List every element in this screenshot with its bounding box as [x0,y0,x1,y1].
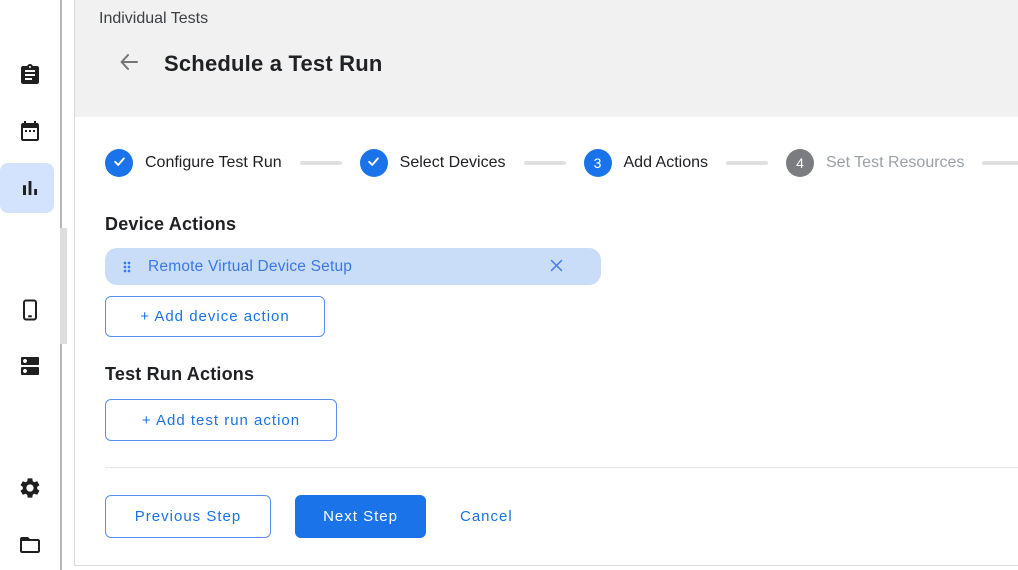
check-icon [366,154,381,172]
sidebar-item-results[interactable] [0,163,60,213]
step-connector [300,161,342,165]
previous-step-button[interactable]: Previous Step [105,495,271,538]
page-title: Schedule a Test Run [164,51,383,77]
main-panel: Individual Tests Schedule a Test Run Con… [74,0,1018,566]
close-icon [548,257,565,277]
step-3-circle[interactable]: 3 [584,149,612,177]
check-icon [112,154,127,172]
step-4-circle[interactable]: 4 [786,149,814,177]
test-run-actions-heading: Test Run Actions [105,364,254,385]
footer-divider [105,467,1018,468]
scrollbar-thumb[interactable] [60,228,67,344]
remove-device-action-button[interactable] [545,256,567,278]
step-2-label: Select Devices [400,154,506,172]
step-4-number: 4 [796,155,804,171]
folder-icon [18,533,42,557]
footer-actions: Previous Step Next Step Cancel [105,495,513,538]
step-3-number: 3 [594,155,602,171]
sidebar-item-files[interactable] [0,520,60,570]
step-connector [726,161,768,165]
cancel-button[interactable]: Cancel [460,495,513,538]
page-header: Individual Tests Schedule a Test Run [75,0,1018,117]
breadcrumb: Individual Tests [99,10,208,28]
add-device-action-button[interactable]: + Add device action [105,296,325,337]
gear-icon [18,476,42,500]
bar-chart-icon [18,176,42,200]
add-test-run-action-button[interactable]: + Add test run action [105,399,337,441]
clipboard-icon [18,63,42,87]
sidebar-item-resources[interactable] [0,341,60,391]
sidebar-item-tests[interactable] [0,50,60,100]
sidebar-item-devices[interactable] [0,285,60,335]
sidebar-item-settings[interactable] [0,463,60,513]
step-1-label: Configure Test Run [145,154,282,172]
stepper: Configure Test Run Select Devices 3 Add … [105,149,1018,177]
step-4-label: Set Test Resources [826,154,964,172]
step-connector [982,161,1018,165]
arrow-back-icon [117,50,141,77]
next-step-button[interactable]: Next Step [295,495,426,538]
sidebar [0,0,60,570]
dns-icon [18,354,42,378]
smartphone-icon [18,298,42,322]
drag-indicator-icon[interactable] [119,258,135,276]
step-3-label: Add Actions [624,154,709,172]
step-2-circle[interactable] [360,149,388,177]
step-connector [524,161,566,165]
device-action-chip[interactable]: Remote Virtual Device Setup [105,248,601,285]
device-action-chip-label: Remote Virtual Device Setup [148,258,352,276]
calendar-icon [18,119,42,143]
sidebar-item-schedule[interactable] [0,106,60,156]
device-actions-heading: Device Actions [105,214,236,235]
step-1-circle[interactable] [105,149,133,177]
back-button[interactable] [115,49,143,77]
